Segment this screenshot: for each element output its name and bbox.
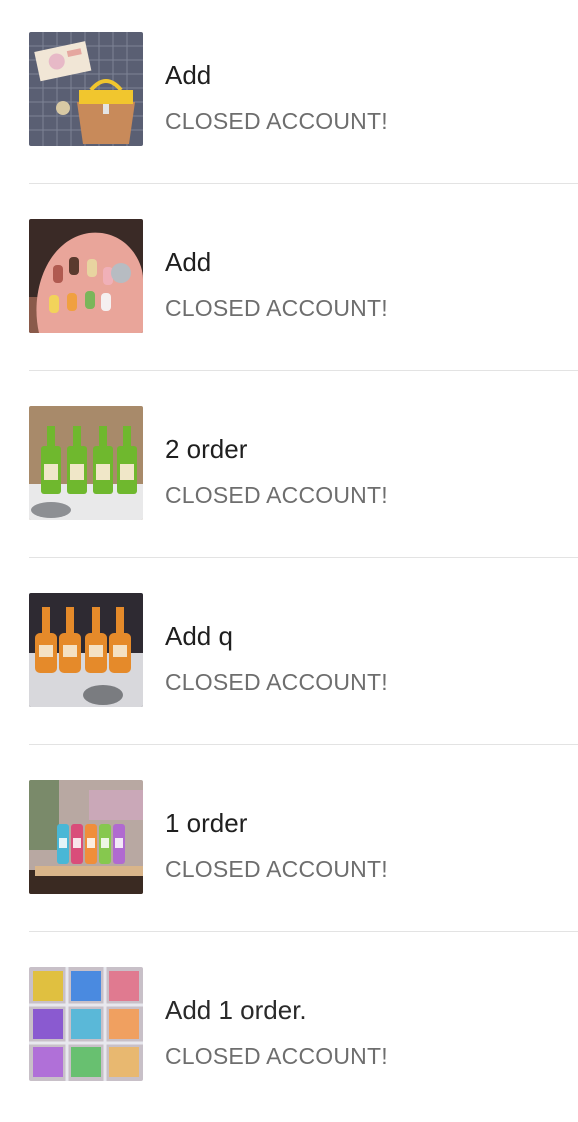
list-item[interactable]: Add 1 order. CLOSED ACCOUNT! (0, 935, 578, 1122)
item-status: CLOSED ACCOUNT! (165, 856, 388, 882)
item-thumbnail[interactable] (29, 406, 143, 520)
item-thumbnail[interactable] (29, 32, 143, 146)
miniature-candy-boxes-photo (29, 967, 143, 1081)
miniature-orange-bottles-photo (29, 593, 143, 707)
item-title: 2 order (165, 434, 248, 464)
item-thumbnail[interactable] (29, 967, 143, 1081)
divider (29, 370, 578, 371)
divider (29, 744, 578, 745)
miniature-green-bottles-photo (29, 406, 143, 520)
miniature-drink-bottles-photo (29, 780, 143, 894)
item-status: CLOSED ACCOUNT! (165, 1043, 388, 1069)
item-status: CLOSED ACCOUNT! (165, 108, 388, 134)
item-thumbnail[interactable] (29, 780, 143, 894)
item-title: Add 1 order. (165, 995, 307, 1025)
item-title: Add (165, 247, 212, 277)
divider (29, 557, 578, 558)
item-thumbnail[interactable] (29, 219, 143, 333)
item-status: CLOSED ACCOUNT! (165, 482, 388, 508)
item-title: Add q (165, 621, 233, 651)
item-status: CLOSED ACCOUNT! (165, 669, 388, 695)
list-item[interactable]: Add CLOSED ACCOUNT! (0, 0, 578, 187)
list-item[interactable]: Add q CLOSED ACCOUNT! (0, 561, 578, 748)
list-item[interactable]: 1 order CLOSED ACCOUNT! (0, 748, 578, 935)
list-item[interactable]: 2 order CLOSED ACCOUNT! (0, 374, 578, 561)
item-thumbnail[interactable] (29, 593, 143, 707)
list-item[interactable]: Add CLOSED ACCOUNT! (0, 187, 578, 374)
item-title: 1 order (165, 808, 248, 838)
divider (29, 931, 578, 932)
miniature-handbag-photo (29, 32, 143, 146)
divider (29, 183, 578, 184)
item-title: Add (165, 60, 212, 90)
miniature-popsicles-photo (29, 219, 143, 333)
item-status: CLOSED ACCOUNT! (165, 295, 388, 321)
order-list: Add CLOSED ACCOUNT! Add CLOSED ACCOUNT! … (0, 0, 578, 1122)
